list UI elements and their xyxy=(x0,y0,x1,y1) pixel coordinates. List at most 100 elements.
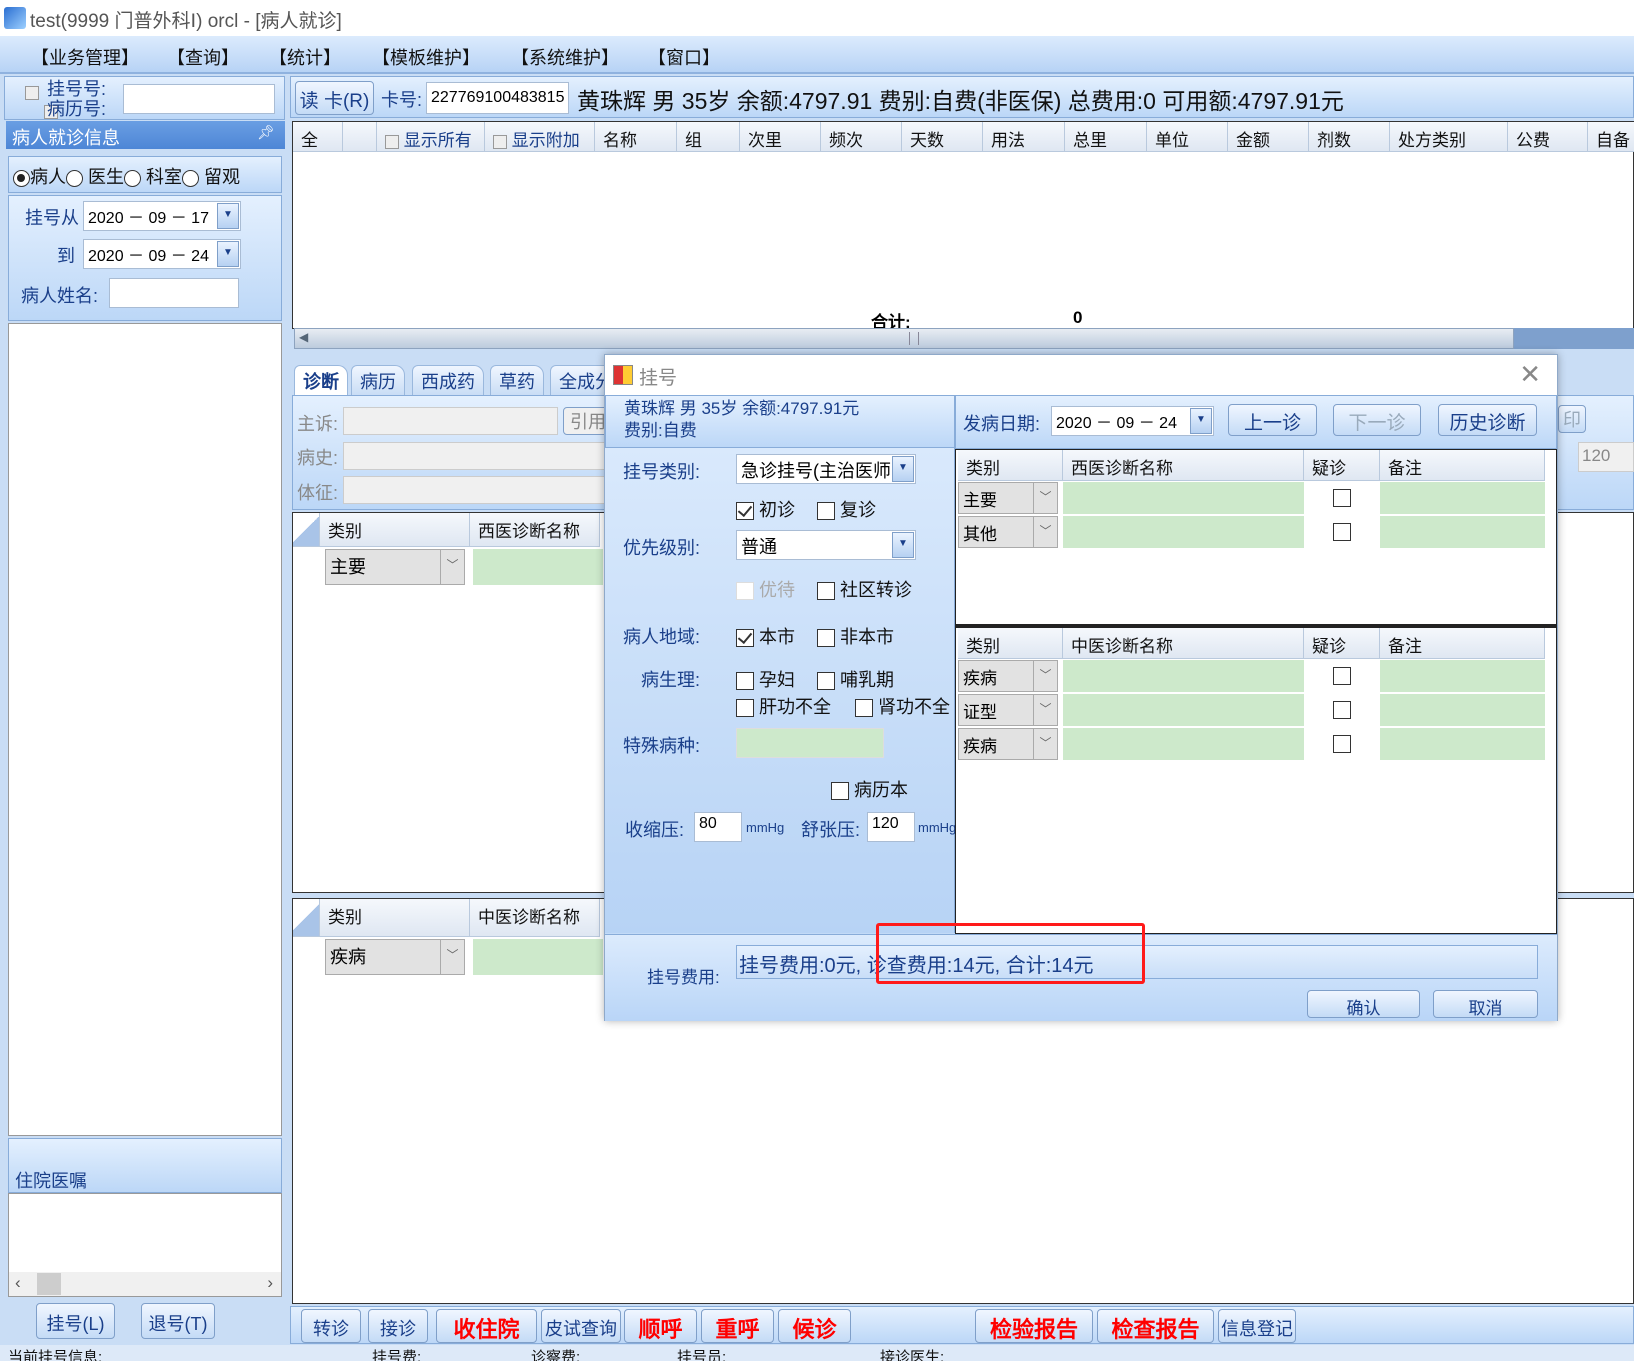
diagnosis-type-select[interactable]: 主要 ﹀ xyxy=(325,549,465,585)
tab-herbal[interactable]: 草药 xyxy=(490,365,544,395)
scroll-thumb[interactable] xyxy=(37,1273,61,1295)
diagnosis-name-cell[interactable] xyxy=(1063,516,1304,548)
scroll-thumb-grip[interactable] xyxy=(909,332,919,345)
onset-date-picker[interactable]: 2020 － 09 － 24 ▼ xyxy=(1051,406,1214,436)
menu-system[interactable]: 【系统维护】 xyxy=(511,44,619,70)
close-icon[interactable]: ✕ xyxy=(1519,359,1541,390)
chevron-down-icon[interactable]: ▼ xyxy=(217,241,239,267)
read-card-button[interactable]: 读 卡(R) xyxy=(295,81,374,115)
chevron-down-icon[interactable]: ▼ xyxy=(217,203,239,229)
horizontal-scrollbar[interactable]: ‹ › xyxy=(9,1272,281,1296)
show-all-checkbox[interactable] xyxy=(385,134,399,149)
suspected-checkbox[interactable] xyxy=(1333,666,1351,685)
diagnosis-name-cell[interactable] xyxy=(1063,660,1304,692)
pin-icon[interactable]: 📌︎ xyxy=(257,124,275,141)
radio-patient[interactable] xyxy=(13,169,30,187)
history-input[interactable] xyxy=(343,442,613,470)
diagnosis-type-select[interactable]: 其他 ﹀ xyxy=(958,516,1058,548)
special-disease-input[interactable] xyxy=(736,728,884,758)
chevron-down-icon[interactable]: ﹀ xyxy=(1033,729,1057,759)
pregnant-checkbox[interactable] xyxy=(736,672,754,691)
diagnosis-type-select[interactable]: 主要 ﹀ xyxy=(958,482,1058,514)
patient-list[interactable] xyxy=(8,323,282,1136)
liver-checkbox[interactable] xyxy=(736,699,754,718)
menu-template[interactable]: 【模板维护】 xyxy=(372,44,480,70)
card-no-input[interactable]: 227769100483815 xyxy=(426,82,569,114)
action-button[interactable]: 顺呼 xyxy=(624,1309,697,1343)
action-button[interactable]: 候诊 xyxy=(778,1309,851,1343)
unregister-button[interactable]: 退号(T) xyxy=(141,1303,215,1339)
action-button[interactable]: 转诊 xyxy=(301,1309,361,1343)
complaint-input[interactable] xyxy=(343,407,558,435)
reg-type-select[interactable]: 急诊挂号(主治医师 ▼ xyxy=(736,454,916,484)
select-all-column[interactable]: 全 xyxy=(293,122,343,152)
cancel-button[interactable]: 取消 xyxy=(1433,990,1538,1018)
diagnosis-name-cell[interactable] xyxy=(1063,694,1304,726)
diagnosis-name-cell[interactable] xyxy=(473,549,603,585)
tab-medical-record[interactable]: 病历 xyxy=(351,365,405,395)
chevron-down-icon[interactable]: ﹀ xyxy=(1033,661,1057,691)
chevron-down-icon[interactable]: ▼ xyxy=(892,532,914,558)
diagnosis-type-select[interactable]: 疾病 ﹀ xyxy=(958,660,1058,692)
diagnosis-name-cell[interactable] xyxy=(1063,482,1304,514)
history-diagnosis-button[interactable]: 历史诊断 xyxy=(1438,404,1537,436)
bg-value-field[interactable]: 120 xyxy=(1578,442,1634,472)
preferential-checkbox[interactable] xyxy=(736,582,754,601)
tab-diagnosis[interactable]: 诊断 xyxy=(294,365,348,395)
remark-cell[interactable] xyxy=(1380,728,1545,760)
remark-cell[interactable] xyxy=(1380,482,1545,514)
suspected-checkbox[interactable] xyxy=(1333,734,1351,753)
reg-no-checkbox[interactable] xyxy=(25,85,39,100)
select-all-corner[interactable] xyxy=(293,513,320,547)
action-button[interactable]: 检查报告 xyxy=(1097,1309,1214,1343)
prescription-scrollbar[interactable]: ◀ xyxy=(294,328,1514,349)
diagnosis-type-select[interactable]: 疾病 ﹀ xyxy=(325,939,465,975)
remark-cell[interactable] xyxy=(1380,660,1545,692)
print-button[interactable]: 印 xyxy=(1558,405,1586,433)
chevron-down-icon[interactable]: ﹀ xyxy=(440,550,464,584)
action-button[interactable]: 检验报告 xyxy=(975,1309,1093,1343)
action-button[interactable]: 皮试查询 xyxy=(541,1309,621,1343)
diagnosis-name-cell[interactable] xyxy=(473,939,603,975)
diagnosis-type-select[interactable]: 证型 ﹀ xyxy=(958,694,1058,726)
select-all-corner[interactable] xyxy=(293,899,320,937)
show-all-toggle[interactable]: 显示所有 xyxy=(377,122,485,152)
suspected-checkbox[interactable] xyxy=(1333,700,1351,719)
community-referral-checkbox[interactable] xyxy=(817,582,835,601)
show-extra-toggle[interactable]: 显示附加 xyxy=(485,122,595,152)
signs-input[interactable] xyxy=(343,476,613,504)
action-button[interactable]: 收住院 xyxy=(436,1309,537,1343)
chevron-down-icon[interactable]: ﹀ xyxy=(1033,483,1057,513)
inpatient-orders-list[interactable]: ‹ › xyxy=(8,1193,282,1297)
suspected-checkbox[interactable] xyxy=(1333,522,1351,541)
chevron-down-icon[interactable]: ﹀ xyxy=(1033,695,1057,725)
to-date-picker[interactable]: 2020 － 09 － 24 ▼ xyxy=(83,239,241,269)
chevron-down-icon[interactable]: ▼ xyxy=(1190,408,1212,434)
action-button[interactable]: 重呼 xyxy=(701,1309,774,1343)
show-extra-checkbox[interactable] xyxy=(493,134,507,149)
menu-business[interactable]: 【业务管理】 xyxy=(31,44,139,70)
scroll-left-icon[interactable]: ‹ xyxy=(15,1273,21,1293)
local-checkbox[interactable] xyxy=(736,629,754,648)
suspected-checkbox[interactable] xyxy=(1333,488,1351,507)
kidney-checkbox[interactable] xyxy=(855,699,873,718)
menu-window[interactable]: 【窗口】 xyxy=(648,44,720,70)
action-button[interactable]: 信息登记 xyxy=(1218,1309,1296,1343)
patient-name-input[interactable] xyxy=(109,278,239,308)
action-button[interactable]: 接诊 xyxy=(368,1309,428,1343)
diagnosis-type-select[interactable]: 疾病 ﹀ xyxy=(958,728,1058,760)
record-book-checkbox[interactable] xyxy=(831,782,849,801)
next-visit-button[interactable]: 下一诊 xyxy=(1333,404,1421,436)
nonlocal-checkbox[interactable] xyxy=(817,629,835,648)
from-date-picker[interactable]: 2020 － 09 － 17 ▼ xyxy=(83,201,241,231)
diastolic-input[interactable]: 120 xyxy=(867,812,915,842)
scroll-left-icon[interactable]: ◀ xyxy=(299,330,308,344)
search-input[interactable] xyxy=(123,84,275,114)
lactation-checkbox[interactable] xyxy=(817,672,835,691)
prev-visit-button[interactable]: 上一诊 xyxy=(1228,404,1317,436)
chevron-down-icon[interactable]: ﹀ xyxy=(1033,517,1057,547)
menu-query[interactable]: 【查询】 xyxy=(167,44,239,70)
systolic-input[interactable]: 80 xyxy=(694,812,742,842)
scroll-right-icon[interactable]: › xyxy=(267,1273,273,1293)
radio-doctor[interactable] xyxy=(66,169,83,187)
